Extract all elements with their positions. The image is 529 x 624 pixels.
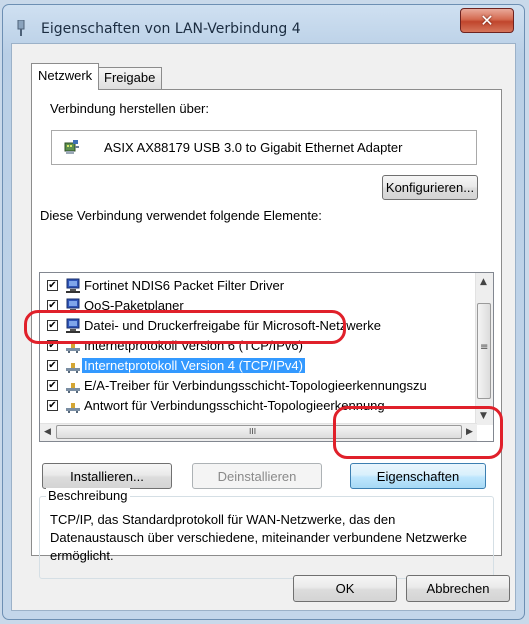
protocol-icon: [66, 383, 80, 393]
protocol-icon: [66, 403, 80, 413]
network-adapter-icon: [64, 140, 79, 154]
cancel-button-label: Abbrechen: [426, 581, 490, 596]
item-checkbox[interactable]: ✔: [47, 380, 58, 391]
item-checkbox[interactable]: ✔: [47, 300, 58, 311]
horizontal-scrollbar[interactable]: ◀ III ▶: [40, 423, 477, 441]
components-list[interactable]: ✔ Fortinet NDIS6 Packet Filter Driver ✔: [39, 272, 494, 442]
horizontal-scroll-thumb[interactable]: III: [56, 425, 462, 439]
item-checkbox[interactable]: ✔: [47, 320, 58, 331]
item-label: E/A-Treiber für Verbindungsschicht-Topol…: [84, 378, 427, 393]
item-label: Datei- und Druckerfreigabe für Microsoft…: [84, 318, 381, 333]
tab-netzwerk[interactable]: Netzwerk: [31, 63, 100, 90]
components-label: Diese Verbindung verwendet folgende Elem…: [40, 208, 322, 223]
properties-button[interactable]: Eigenschaften: [350, 463, 486, 489]
item-label: QoS-Paketplaner: [84, 298, 184, 313]
vertical-scrollbar[interactable]: ▲ ≡ ▼: [475, 273, 493, 425]
description-group: Beschreibung TCP/IP, das Standardprotoko…: [39, 488, 494, 579]
scroll-up-icon[interactable]: ▲: [480, 277, 487, 287]
list-item[interactable]: ✔ E/A-Treiber für Verbindungsschicht-Top…: [44, 376, 480, 396]
vertical-scroll-thumb[interactable]: ≡: [477, 303, 491, 399]
close-button[interactable]: ✕: [460, 8, 514, 33]
item-checkbox[interactable]: ✔: [47, 280, 58, 291]
cancel-button[interactable]: Abbrechen: [406, 575, 510, 602]
grip-icon: ≡: [480, 342, 489, 353]
scroll-down-icon[interactable]: ▼: [480, 411, 487, 421]
tab-freigabe[interactable]: Freigabe: [97, 67, 163, 89]
item-label: Antwort für Verbindungsschicht-Topologie…: [84, 398, 385, 413]
window-title: Eigenschaften von LAN-Verbindung 4: [41, 21, 301, 37]
netzwerk-tab-panel: Verbindung herstellen über: ASIX AX88179…: [31, 89, 502, 579]
uninstall-button-label: Deinstallieren: [217, 468, 297, 484]
protocol-icon: [66, 363, 80, 373]
ok-button-label: OK: [335, 581, 355, 596]
adapter-name: ASIX AX88179 USB 3.0 to Gigabit Ethernet…: [104, 140, 403, 155]
network-service-icon: [66, 318, 80, 333]
list-item[interactable]: ✔ Antwort für Verbindungsschicht-Topolog…: [44, 396, 480, 416]
scroll-left-icon[interactable]: ◀: [44, 427, 51, 437]
item-checkbox[interactable]: ✔: [47, 340, 58, 351]
item-label: Internetprotokoll Version 6 (TCP/IPv6): [84, 338, 303, 353]
network-connection-icon: [17, 20, 25, 36]
ok-button[interactable]: OK: [293, 575, 397, 602]
list-item-selected[interactable]: ✔ Internetprotokoll Version 4 (TCP/IPv4): [44, 356, 480, 376]
title-bar[interactable]: Eigenschaften von LAN-Verbindung 4 ✕: [3, 5, 524, 43]
list-item[interactable]: ✔ Internetprotokoll Version 6 (TCP/IPv6): [44, 336, 480, 356]
scroll-right-icon[interactable]: ▶: [466, 427, 473, 437]
dialog-client-area: Netzwerk Freigabe Verbindung herstellen …: [11, 43, 516, 611]
connect-using-label: Verbindung herstellen über:: [50, 101, 210, 116]
network-service-icon: [66, 298, 80, 313]
properties-button-label: Eigenschaften: [376, 468, 460, 484]
network-client-icon: [66, 278, 80, 293]
list-item[interactable]: ✔ Datei- und Druckerfreigabe für Microso…: [44, 316, 480, 336]
uninstall-button[interactable]: Deinstallieren: [192, 463, 322, 489]
configure-button-label: Konfigurieren...: [385, 180, 475, 195]
install-button-label: Installieren...: [70, 468, 144, 484]
item-label: Fortinet NDIS6 Packet Filter Driver: [84, 278, 285, 293]
close-icon: ✕: [480, 11, 494, 30]
properties-dialog: Eigenschaften von LAN-Verbindung 4 ✕ Net…: [2, 4, 525, 620]
description-text: TCP/IP, das Standardprotokoll für WAN-Ne…: [50, 512, 467, 563]
adapter-display: ASIX AX88179 USB 3.0 to Gigabit Ethernet…: [51, 130, 477, 165]
list-item[interactable]: ✔ QoS-Paketplaner: [44, 296, 480, 316]
install-button[interactable]: Installieren...: [42, 463, 172, 489]
grip-icon: III: [249, 427, 257, 436]
description-legend: Beschreibung: [46, 488, 130, 503]
protocol-icon: [66, 343, 80, 353]
list-item[interactable]: ✔ Fortinet NDIS6 Packet Filter Driver: [44, 276, 480, 296]
item-label: Internetprotokoll Version 4 (TCP/IPv4): [82, 358, 305, 373]
tab-label: Netzwerk: [38, 68, 93, 83]
tab-label: Freigabe: [104, 70, 156, 85]
item-checkbox[interactable]: ✔: [47, 360, 58, 371]
item-checkbox[interactable]: ✔: [47, 400, 58, 411]
configure-button[interactable]: Konfigurieren...: [382, 175, 478, 200]
